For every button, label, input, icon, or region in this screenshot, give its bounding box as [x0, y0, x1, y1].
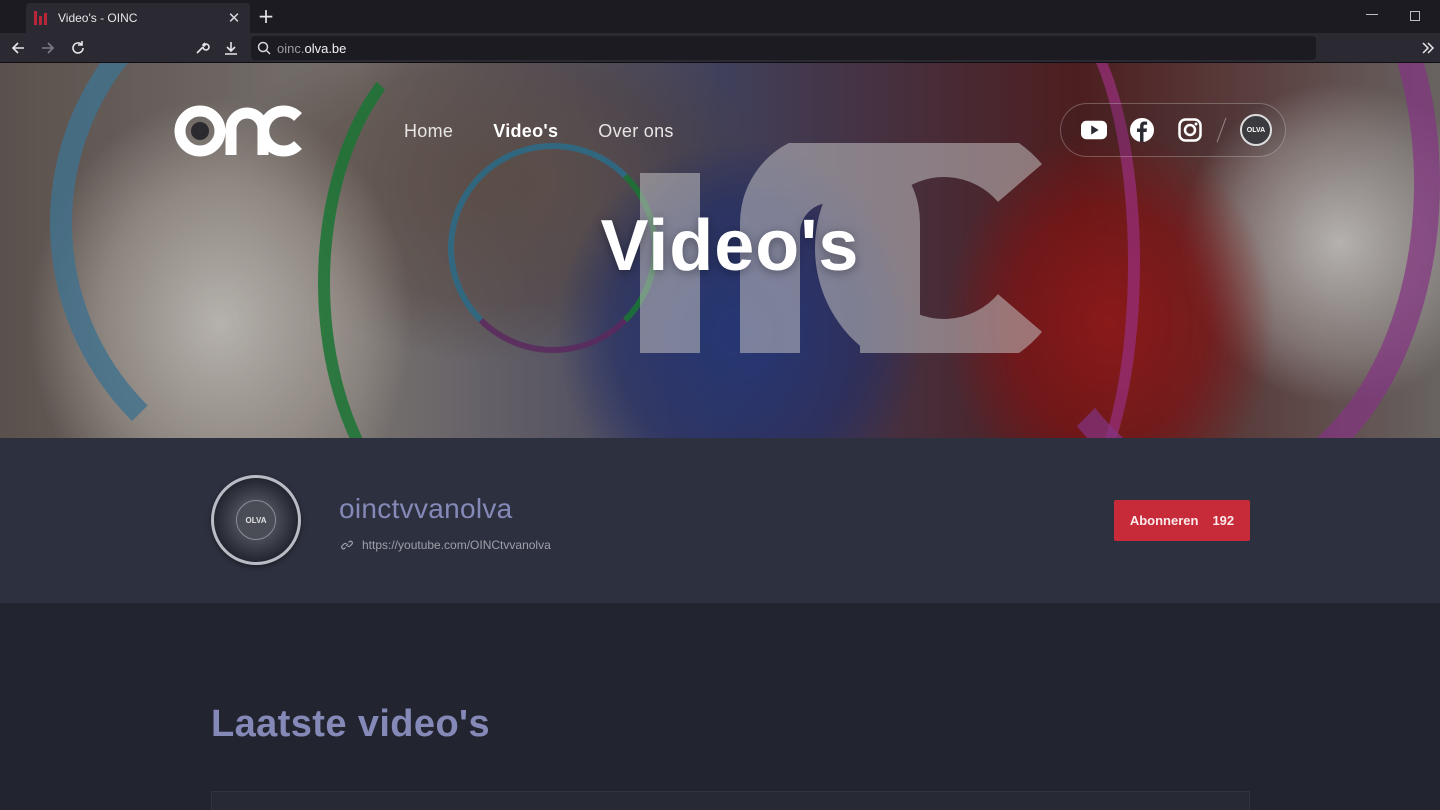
chevron-double-right-icon[interactable] — [1418, 38, 1438, 58]
section-title: Laatste video's — [211, 703, 491, 745]
video-grid[interactable] — [211, 791, 1250, 810]
browser-tab-bar: Video's - OINC ✕ + — [0, 0, 1440, 33]
avatar-text: OLVA — [245, 515, 267, 525]
hero-banner: Home Video's Over ons OLVA Video's — [0, 63, 1440, 438]
instagram-icon[interactable] — [1177, 117, 1203, 143]
channel-name[interactable]: oinctvvanolva — [339, 493, 513, 525]
new-tab-button[interactable]: + — [257, 6, 275, 26]
search-icon — [257, 41, 271, 55]
page-title: Video's — [600, 206, 860, 286]
youtube-icon[interactable] — [1081, 117, 1107, 143]
social-links: OLVA — [1060, 103, 1286, 157]
olva-badge-text: OLVA — [1246, 126, 1266, 134]
subscribe-label: Abonneren — [1129, 513, 1199, 528]
site-navigation: Home Video's Over ons — [404, 121, 674, 142]
link-icon — [341, 540, 353, 550]
back-arrow-icon[interactable] — [8, 38, 28, 58]
url-domain: olva.be — [304, 40, 347, 56]
olva-logo-icon: OLVA — [236, 500, 276, 540]
url-text: oinc.olva.be — [277, 41, 346, 56]
download-icon[interactable] — [221, 38, 241, 58]
latest-videos-section: Laatste video's — [0, 603, 1440, 810]
channel-header: OLVA oinctvvanolva https://youtube.com/O… — [0, 438, 1440, 603]
tab-title: Video's - OINC — [58, 11, 138, 25]
facebook-icon[interactable] — [1129, 117, 1155, 143]
forward-arrow-icon[interactable] — [38, 38, 58, 58]
reload-icon[interactable] — [68, 38, 88, 58]
browser-tab-active[interactable]: Video's - OINC ✕ — [26, 3, 250, 33]
nav-link-videos[interactable]: Video's — [493, 121, 558, 142]
maximize-window-icon[interactable] — [1410, 11, 1420, 21]
close-tab-icon[interactable]: ✕ — [226, 9, 242, 27]
nav-link-over-ons[interactable]: Over ons — [598, 121, 673, 142]
channel-avatar[interactable]: OLVA — [211, 475, 301, 565]
channel-link-row: https://youtube.com/OINCtvvanolva — [341, 538, 551, 552]
subscriber-count: 192 — [1212, 513, 1235, 528]
oinc-logo[interactable] — [174, 103, 304, 159]
browser-toolbar: oinc.olva.be — [0, 33, 1440, 63]
oinc-favicon-icon — [34, 11, 48, 25]
subscribe-button[interactable]: Abonneren 192 — [1114, 500, 1250, 541]
wrench-icon[interactable] — [192, 38, 212, 58]
nav-link-home[interactable]: Home — [404, 121, 453, 142]
minimize-window-icon[interactable] — [1366, 14, 1378, 15]
address-bar[interactable]: oinc.olva.be — [251, 36, 1316, 60]
url-subdomain: oinc. — [277, 40, 305, 56]
channel-url-link[interactable]: https://youtube.com/OINCtvvanolva — [362, 538, 551, 552]
olva-logo-icon[interactable]: OLVA — [1240, 114, 1272, 146]
social-divider — [1216, 117, 1227, 143]
